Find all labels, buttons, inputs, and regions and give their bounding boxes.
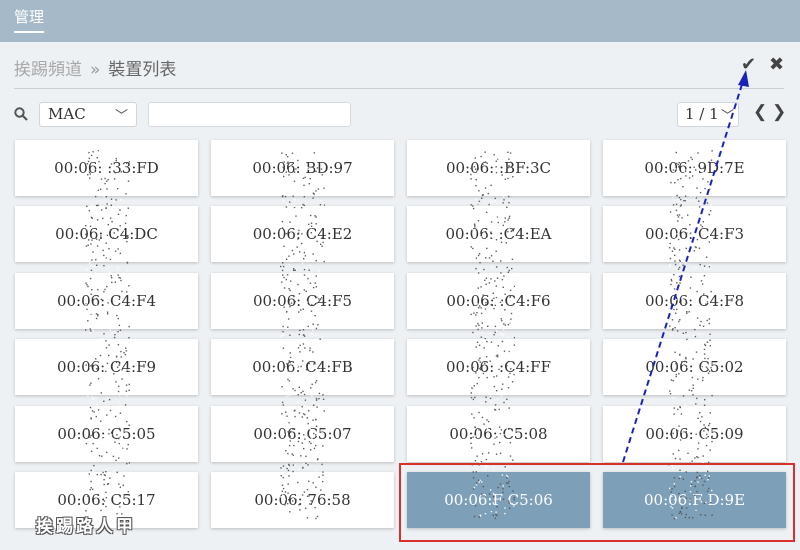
device-card[interactable]: 00:06: C4:F3 <box>603 206 786 263</box>
breadcrumb-parent[interactable]: 挨踢頻道 <box>14 60 82 80</box>
chevron-down-icon: ﹀ <box>720 109 734 124</box>
device-card[interactable]: 00:06: BD:97 <box>211 140 394 196</box>
device-card[interactable]: 00:06: C4:F5 <box>211 272 394 329</box>
device-card[interactable]: 00:06: :C4:F6 <box>407 272 590 329</box>
device-card[interactable]: 00:06: C5:07 <box>211 405 394 462</box>
device-card[interactable]: 00:06: C5:02 <box>603 339 786 396</box>
tab-manage[interactable]: 管理 <box>14 6 45 33</box>
page-title: 裝置列表 <box>108 60 177 80</box>
device-card[interactable]: 00:06: 9D:7E <box>603 140 786 196</box>
search-input[interactable] <box>148 102 351 127</box>
device-card[interactable]: 00:06: C5:05 <box>15 405 198 462</box>
top-nav-bar: 管理 <box>0 0 800 42</box>
breadcrumb-separator: » <box>90 60 101 80</box>
device-card[interactable]: 00:06: C4:DC <box>15 206 198 263</box>
checkmark-icon[interactable]: ✔ <box>741 54 756 75</box>
divider <box>14 88 784 89</box>
device-card[interactable]: 00:06: :C4:EA <box>407 206 590 263</box>
selection-highlight-box <box>399 463 795 542</box>
device-card[interactable]: 00:06: C5:09 <box>603 405 786 462</box>
search-field-select[interactable]: MAC ﹀ <box>39 102 137 127</box>
device-card[interactable]: 00:06: C4:F4 <box>15 272 198 329</box>
watermark: 挨踢路人甲 <box>36 517 136 537</box>
search-icon[interactable] <box>14 107 28 121</box>
breadcrumb: 挨踢頻道 » 裝置列表 <box>14 55 176 80</box>
device-card[interactable]: 00:06: C4:E2 <box>211 206 394 263</box>
chevron-left-icon[interactable]: ❮ <box>753 102 767 122</box>
device-card[interactable]: 00:06: :BF:3C <box>407 140 590 196</box>
chevron-right-icon[interactable]: ❯ <box>772 102 786 122</box>
device-card[interactable]: 00:06: :C4:FF <box>407 339 590 396</box>
device-card[interactable]: 00:06: C4:FB <box>211 339 394 396</box>
select-value: MAC <box>48 105 86 123</box>
device-card[interactable]: 00:06: C4:F9 <box>15 339 198 396</box>
device-card[interactable]: 00:06: :33:FD <box>15 140 198 196</box>
device-card[interactable]: 00:06: C4:F8 <box>603 272 786 329</box>
page-select[interactable]: 1 / 1 ﹀ <box>677 102 739 127</box>
chevron-down-icon: ﹀ <box>114 109 128 124</box>
device-card[interactable]: 00:06: C5:08 <box>407 405 590 462</box>
page-value: 1 / 1 <box>685 105 719 123</box>
device-card[interactable]: 00:06: 76:58 <box>211 471 394 528</box>
close-icon[interactable]: ✖ <box>769 54 784 75</box>
